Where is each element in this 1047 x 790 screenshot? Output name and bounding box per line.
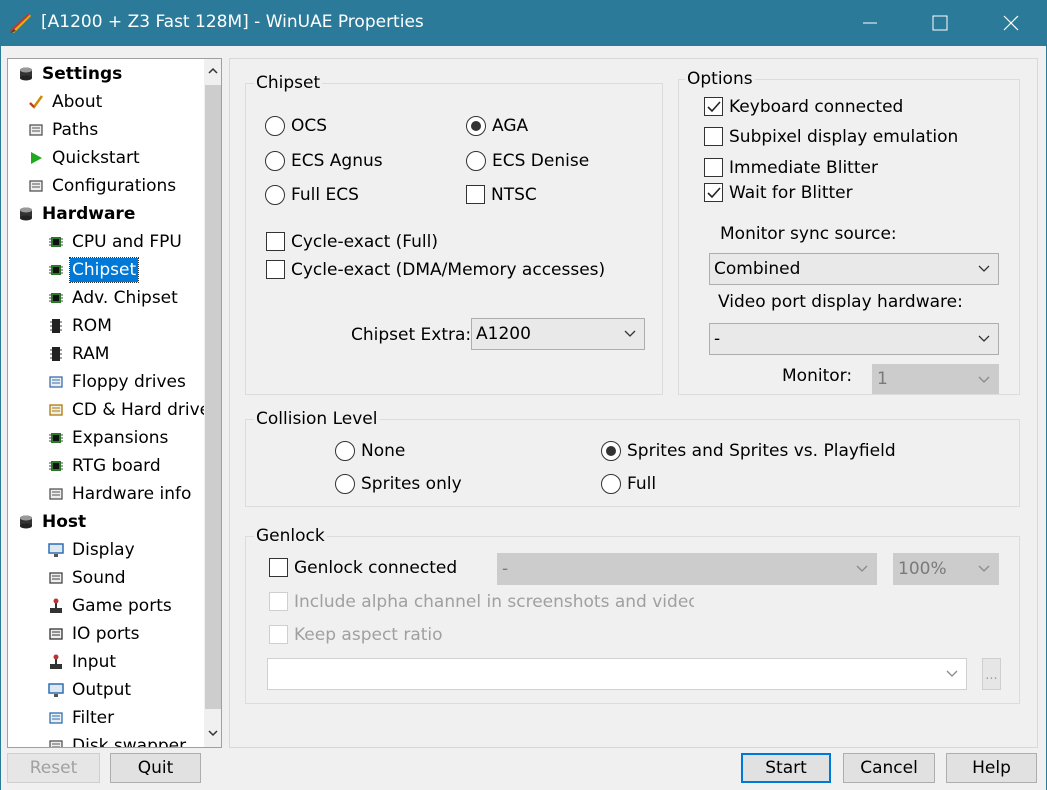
- floppy-icon: [49, 376, 63, 388]
- genlock-mix-select[interactable]: 100%: [893, 553, 999, 585]
- chevron-down-icon: [624, 330, 636, 337]
- settings-icon: [20, 67, 32, 81]
- ram-icon: [50, 347, 62, 361]
- checkmark-icon: [29, 95, 44, 109]
- output-icon: [48, 683, 64, 697]
- window-title: [A1200 + Z3 Fast 128M] - WinUAE Properti…: [41, 12, 424, 32]
- monitor-label: Monitor:: [782, 366, 853, 386]
- alpha-channel-checkbox[interactable]: Include alpha channel in screenshots and…: [269, 591, 694, 613]
- genlock-mode-select[interactable]: -: [497, 553, 877, 585]
- help-button[interactable]: Help: [946, 753, 1037, 783]
- hardware-icon: [20, 207, 32, 221]
- app-icon: [10, 13, 31, 33]
- tree-item-label: Floppy drives: [72, 372, 186, 392]
- tree-item-label: Adv. Chipset: [72, 288, 178, 308]
- scroll-up-icon[interactable]: [208, 67, 218, 75]
- minimize-button[interactable]: [847, 0, 893, 46]
- chip-icon: [49, 293, 63, 303]
- tree-item-label: Settings: [42, 64, 123, 84]
- configurations-icon: [29, 180, 43, 192]
- tree-item-label: About: [52, 92, 103, 112]
- chipset-group-title: Chipset: [254, 73, 323, 93]
- tree-item-label: CD & Hard drive: [72, 400, 211, 420]
- input-icon: [50, 654, 62, 669]
- minimize-icon: [863, 22, 877, 24]
- reset-button[interactable]: Reset: [7, 753, 100, 783]
- sound-icon: [49, 572, 63, 584]
- video-port-select[interactable]: -: [709, 323, 999, 355]
- genlock-group: Genlock Genlock connected - 100% Include…: [245, 526, 1020, 704]
- filter-icon: [49, 712, 63, 724]
- tree-item-label: Expansions: [72, 428, 169, 448]
- video-port-label: Video port display hardware:: [718, 292, 963, 312]
- rtg-board-icon: [49, 461, 63, 471]
- chevron-down-icon: [856, 565, 868, 572]
- settings-tree[interactable]: Settings About Paths Quickstart Configuratio…: [7, 58, 222, 748]
- maximize-button[interactable]: [917, 0, 963, 46]
- scroll-down-icon[interactable]: [208, 729, 218, 737]
- collision-group: Collision Level None Sprites and Sprites…: [245, 409, 1020, 507]
- tree-item-label: Output: [72, 680, 132, 700]
- tree-item-label: Quickstart: [52, 148, 140, 168]
- harddrive-icon: [49, 404, 63, 416]
- tree-scrollbar[interactable]: [204, 59, 221, 747]
- tree-item-label: Hardware info: [72, 484, 192, 504]
- io-ports-icon: [49, 628, 63, 640]
- cancel-button[interactable]: Cancel: [843, 753, 935, 783]
- tree-item-label: Display: [72, 540, 135, 560]
- options-group-title: Options: [685, 69, 755, 89]
- close-button[interactable]: [988, 0, 1034, 46]
- tree-item-label: Game ports: [72, 596, 172, 616]
- tree-item-label: RAM: [72, 344, 110, 364]
- chevron-down-icon: [946, 670, 958, 677]
- tree-item-label: IO ports: [72, 624, 140, 644]
- monitor-select[interactable]: 1: [872, 364, 999, 394]
- quit-button[interactable]: Quit: [110, 753, 201, 783]
- tree-item-label: Input: [72, 652, 117, 672]
- tree-item-label: Sound: [72, 568, 126, 588]
- tree-item-label: Filter: [72, 708, 115, 728]
- display-icon: [48, 543, 64, 557]
- genlock-group-title: Genlock: [254, 526, 327, 546]
- host-icon: [20, 515, 32, 529]
- chevron-down-icon: [978, 376, 990, 383]
- chipset-group: Chipset OCS AGA ECS Agnus ECS Denise Ful…: [245, 73, 663, 395]
- options-group: Options Keyboard connected Subpixel disp…: [678, 69, 1020, 395]
- paths-icon: [29, 124, 43, 136]
- joystick-icon: [50, 598, 62, 613]
- maximize-icon: [932, 15, 948, 31]
- tree-item-label: Disk swapper: [72, 736, 187, 748]
- genlock-file-select[interactable]: [267, 658, 967, 690]
- play-icon: [31, 152, 42, 164]
- hardware-info-icon: [49, 488, 63, 500]
- expansion-card-icon: [49, 433, 63, 443]
- genlock-browse-button[interactable]: ...: [982, 658, 1001, 690]
- close-icon: [1003, 15, 1019, 31]
- chevron-down-icon: [978, 335, 990, 342]
- tree-item-label: Paths: [52, 120, 99, 140]
- chipset-panel: Chipset OCS AGA ECS Agnus ECS Denise Ful…: [229, 58, 1038, 748]
- sync-source-select[interactable]: Combined: [709, 253, 999, 285]
- chip-icon: [49, 265, 63, 275]
- chevron-down-icon: [978, 565, 990, 572]
- scroll-thumb[interactable]: [205, 85, 221, 709]
- collision-group-title: Collision Level: [254, 409, 380, 429]
- tree-item-label: Chipset: [68, 257, 140, 283]
- sync-source-label: Monitor sync source:: [720, 224, 897, 244]
- title-bar: [A1200 + Z3 Fast 128M] - WinUAE Properti…: [0, 0, 1047, 46]
- tree-item-label: RTG board: [72, 456, 161, 476]
- start-button[interactable]: Start: [741, 753, 831, 783]
- chevron-down-icon: [978, 265, 990, 272]
- tree-item-label: CPU and FPU: [72, 232, 182, 252]
- chip-icon: [49, 237, 63, 247]
- tree-item-label: Configurations: [52, 176, 177, 196]
- rom-icon: [50, 319, 62, 333]
- tree-item-label: ROM: [72, 316, 112, 336]
- chipset-extra-select[interactable]: A1200: [471, 318, 645, 350]
- tree-item-label: Hardware: [42, 204, 136, 224]
- disk-swapper-icon: [49, 740, 63, 747]
- chipset-extra-label: Chipset Extra:: [351, 325, 472, 345]
- tree-item-label: Host: [42, 512, 87, 532]
